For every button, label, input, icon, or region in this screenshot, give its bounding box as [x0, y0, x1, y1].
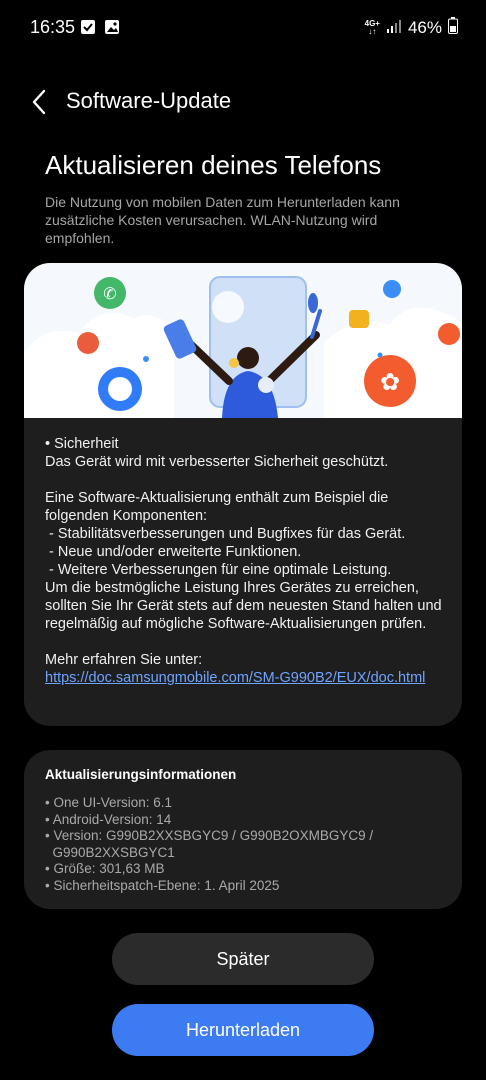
gallery-notification-icon — [104, 19, 120, 40]
svg-text:✿: ✿ — [380, 368, 400, 396]
signal-icon — [386, 19, 402, 38]
status-time: 16:35 — [30, 17, 76, 37]
update-info-card: Aktualisierungsinformationen • One UI-Ve… — [24, 750, 462, 909]
recommendation-text: Um die bestmögliche Leistung Ihres Gerät… — [45, 580, 442, 632]
battery-icon — [448, 17, 458, 39]
more-info-label: Mehr erfahren Sie unter: — [45, 652, 203, 668]
component-item: - Neue und/oder erweiterte Funktionen. — [45, 544, 302, 560]
update-info-title: Aktualisierungsinformationen — [45, 767, 237, 782]
status-bar: 16:35 4G+ ↓↑ 46% — [0, 0, 486, 56]
more-info-link[interactable]: https://doc.samsungmobile.com/SM-G990B2/… — [45, 670, 425, 686]
system-icons: 4G+ ↓↑ 46% — [365, 17, 458, 39]
battery-percentage: 46% — [407, 18, 442, 37]
network-type: 4G+ ↓↑ — [365, 20, 380, 36]
later-button[interactable]: Später — [112, 933, 374, 985]
info-item-version: • Version: G990B2XXSBGYC9 / G990B2OXMBGY… — [45, 828, 374, 843]
info-item-android: • Android-Version: 14 — [45, 811, 172, 827]
back-button[interactable] — [22, 84, 56, 120]
mobile-data-notice: Die Nutzung von mobilen Daten zum Herunt… — [45, 194, 400, 246]
component-item: - Stabilitätsverbesserungen und Bugfixes… — [45, 526, 406, 542]
chevron-left-icon — [32, 89, 46, 115]
update-heading: Aktualisieren deines Telefons — [45, 150, 382, 180]
update-info-list: • One UI-Version: 6.1 • Android-Version:… — [45, 795, 450, 894]
svg-text:✆: ✆ — [103, 284, 116, 303]
data-activity-icon: ↓↑ — [368, 27, 377, 36]
update-details-card: ✆ ✿ • Sicherheit Das Gerät wird mit verb… — [24, 263, 462, 726]
release-notes: • Sicherheit Das Gerät wird mit verbesse… — [45, 435, 450, 687]
notification-icons — [80, 19, 120, 40]
info-item-version-cont: G990B2XXSBGYC1 — [45, 844, 175, 860]
component-item: - Weitere Verbesserungen für eine optima… — [45, 562, 392, 578]
security-text: Das Gerät wird mit verbesserter Sicherhe… — [45, 454, 389, 470]
components-intro: Eine Software-Aktualisierung enthält zum… — [45, 490, 389, 524]
page-title: Software-Update — [66, 88, 232, 113]
info-item-oneui: • One UI-Version: 6.1 — [45, 795, 173, 810]
info-item-security-patch: • Sicherheitspatch-Ebene: 1. April 2025 — [45, 877, 280, 893]
download-button[interactable]: Herunterladen — [112, 1004, 374, 1056]
top-navigation: Software-Update — [0, 82, 486, 122]
info-item-size: • Größe: 301,63 MB — [45, 861, 165, 876]
security-title: • Sicherheit — [45, 436, 119, 452]
update-illustration: ✆ ✿ — [24, 263, 462, 418]
checkbox-notification-icon — [80, 19, 96, 40]
